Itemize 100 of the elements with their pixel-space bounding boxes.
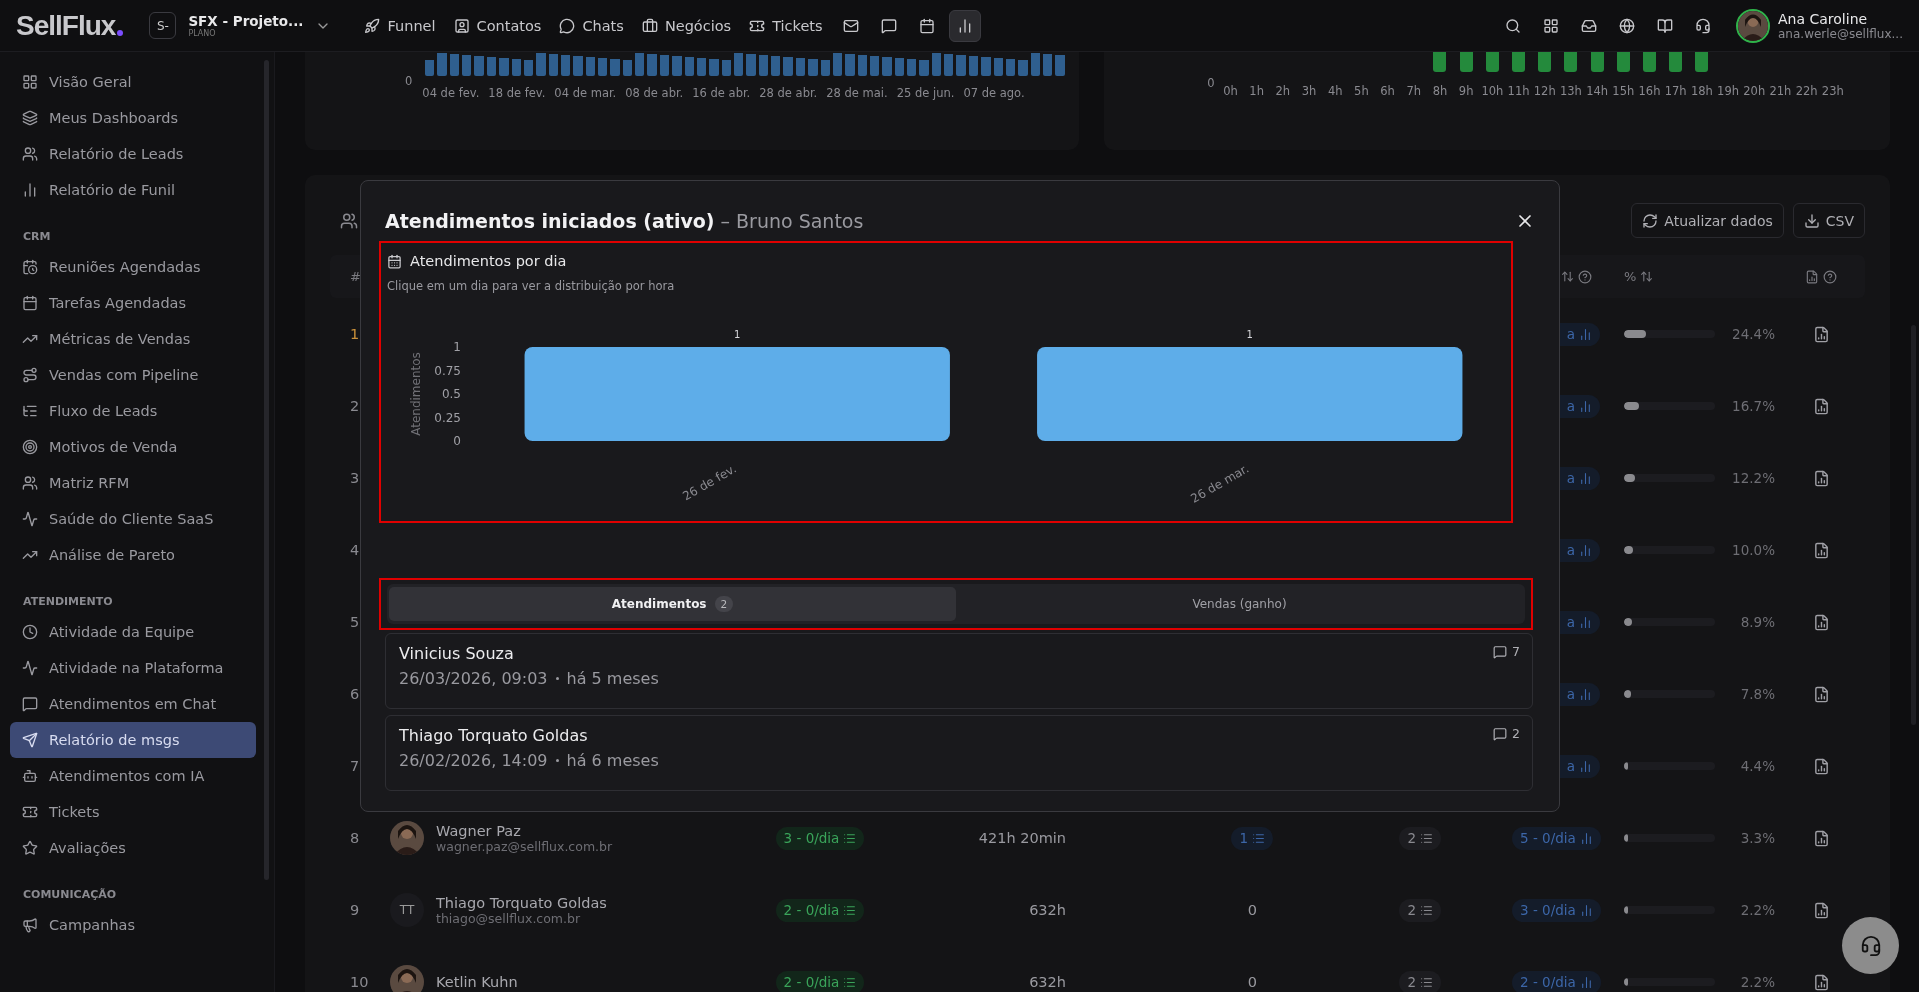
bar-chart-icon	[1579, 399, 1592, 413]
export-button[interactable]: CSV	[1792, 203, 1865, 238]
inbox-icon	[1581, 17, 1597, 34]
sidebar-item[interactable]: Reuniões Agendadas	[10, 249, 256, 285]
axis-tick-label: 26 de fev.	[680, 461, 739, 504]
modal-title: Atendimentos iniciados (ativo)	[385, 210, 715, 232]
axis-tick-label: 26 de mar.	[1188, 461, 1252, 506]
axis-tick-label: 08 de abr.	[625, 86, 684, 100]
sidebar-item[interactable]: Análise de Pareto	[10, 537, 256, 573]
sidebar-item[interactable]: Atendimentos em Chat	[10, 686, 256, 722]
count-chip[interactable]: 2	[1399, 826, 1441, 850]
help-icon[interactable]	[1578, 269, 1592, 284]
report-file-icon[interactable]	[1812, 901, 1830, 919]
sidebar-item[interactable]: Fluxo de Leads	[10, 393, 256, 429]
sidebar-item[interactable]: Relatório de msgs	[10, 722, 256, 758]
bot-icon	[22, 768, 38, 784]
nav-link[interactable]: Tickets	[740, 11, 832, 40]
report-file-icon[interactable]	[1812, 613, 1830, 631]
sidebar-item[interactable]: Atendimentos com IA	[10, 758, 256, 794]
row-number: 2	[350, 398, 360, 414]
sort-icon[interactable]	[1640, 270, 1654, 283]
bar-chart-icon	[1579, 327, 1592, 341]
nav-link[interactable]: Negócios	[632, 11, 741, 40]
rate-chip[interactable]: 3 - 0/dia	[775, 826, 865, 850]
grid-icon	[22, 74, 38, 90]
bar-chart-icon	[1579, 975, 1593, 989]
users-icon	[22, 475, 38, 491]
duration-text: 632h	[1029, 902, 1066, 918]
message-icon	[880, 17, 897, 34]
conversation-card[interactable]: Thiago Torquato Goldas 26/02/2026, 14:09 há 6 meses 2	[385, 715, 1533, 791]
apps-grid-icon	[1543, 17, 1559, 34]
axis-tick-label: 0h	[1223, 84, 1238, 98]
calendar-icon	[22, 295, 38, 311]
axis-title: Atendimentos	[409, 352, 423, 436]
percent-text: 7.8%	[1740, 686, 1775, 702]
bar-chart-icon	[1579, 903, 1593, 917]
sidebar-item[interactable]: Saúde do Cliente SaaS	[10, 501, 256, 537]
report-file-icon[interactable]	[1812, 325, 1830, 343]
axis-tick-label: 10h	[1481, 84, 1504, 98]
nav-link[interactable]: Funnel	[355, 11, 445, 40]
report-file-icon[interactable]	[1812, 541, 1830, 559]
sidebar-item[interactable]: Tarefas Agendadas	[10, 285, 256, 321]
user-avatar[interactable]	[1736, 8, 1770, 43]
sidebar-item[interactable]: Relatório de Funil	[10, 172, 256, 208]
workspace-badge[interactable]: S-	[149, 12, 177, 39]
axis-tick-label: 0.25	[434, 410, 461, 425]
scrollbar[interactable]	[264, 60, 269, 880]
axis-tick-label: 4h	[1327, 84, 1343, 98]
sidebar-item[interactable]: Métricas de Vendas	[10, 321, 256, 357]
download-icon	[1803, 212, 1820, 229]
report-file-icon[interactable]	[1812, 397, 1830, 415]
nav-link[interactable]: Contatos	[444, 11, 551, 40]
sort-icon[interactable]	[1561, 270, 1574, 283]
bar-chart-icon	[1579, 831, 1593, 845]
refresh-button[interactable]: Atualizar dados	[1631, 203, 1784, 238]
sidebar-item[interactable]: Meus Dashboards	[10, 100, 256, 136]
report-file-icon[interactable]	[1812, 757, 1830, 775]
axis-tick-label: 15h	[1612, 84, 1635, 98]
sidebar-item[interactable]: Matriz RFM	[10, 465, 256, 501]
toolbar-button[interactable]	[948, 9, 981, 42]
rate-chip[interactable]: 2 - 0/dia	[775, 970, 865, 992]
sidebar-item[interactable]: Campanhas	[10, 907, 256, 943]
chart-hint: Clique em um dia para ver a distribuição por hora	[387, 279, 676, 293]
count-chip[interactable]: 2	[1399, 898, 1441, 922]
contact-name: Vinicius Souza	[399, 644, 514, 663]
report-file-icon[interactable]	[1812, 469, 1830, 487]
book-icon	[1657, 17, 1673, 34]
row-number: 6	[350, 686, 360, 702]
users-icon	[22, 146, 38, 162]
nav-link[interactable]: Chats	[550, 11, 633, 40]
report-file-icon[interactable]	[1812, 829, 1830, 847]
axis-tick-label: 07 de ago.	[963, 86, 1025, 100]
conversation-card[interactable]: Vinicius Souza 26/03/2026, 09:03 há 5 meses 7	[385, 633, 1533, 709]
tab[interactable]: Atendimentos 2	[389, 587, 956, 621]
sidebar-item[interactable]: Relatório de Leads	[10, 136, 256, 172]
tab[interactable]: Vendas (ganho)	[956, 587, 1523, 621]
section-heading: CRM	[22, 230, 52, 243]
sidebar-item[interactable]: Atividade da Equipe	[10, 614, 256, 650]
duration-text: 632h	[1029, 974, 1066, 990]
sidebar-item[interactable]: Visão Geral	[10, 64, 256, 100]
report-file-icon[interactable]	[1812, 685, 1830, 703]
calendar-clock-icon	[22, 259, 38, 275]
sidebar-item[interactable]: Motivos de Venda	[10, 429, 256, 465]
rate-chip[interactable]: 2 - 0/dia	[775, 898, 865, 922]
count-chip[interactable]: 2	[1399, 970, 1441, 992]
list-icon	[1420, 975, 1433, 989]
sidebar-item[interactable]: Vendas com Pipeline	[10, 357, 256, 393]
column-header[interactable]: %	[1624, 269, 1637, 284]
logo[interactable]: SellFlux	[16, 9, 116, 42]
row-number: 3	[350, 470, 360, 486]
axis-tick-label: 0.75	[434, 363, 461, 378]
sidebar-item[interactable]: Atividade na Plataforma	[10, 650, 256, 686]
axis-tick-label: 22h	[1795, 84, 1818, 98]
report-file-icon[interactable]	[1812, 973, 1830, 991]
sidebar-item[interactable]: Avaliações	[10, 830, 256, 866]
person-email: thiago@sellflux.com.br	[436, 910, 582, 926]
help-icon[interactable]	[1823, 269, 1837, 284]
workspace-name[interactable]: SFX - Projeto...	[188, 13, 304, 29]
axis-tick-label: 6h	[1380, 84, 1395, 98]
sidebar-item[interactable]: Tickets	[10, 794, 256, 830]
